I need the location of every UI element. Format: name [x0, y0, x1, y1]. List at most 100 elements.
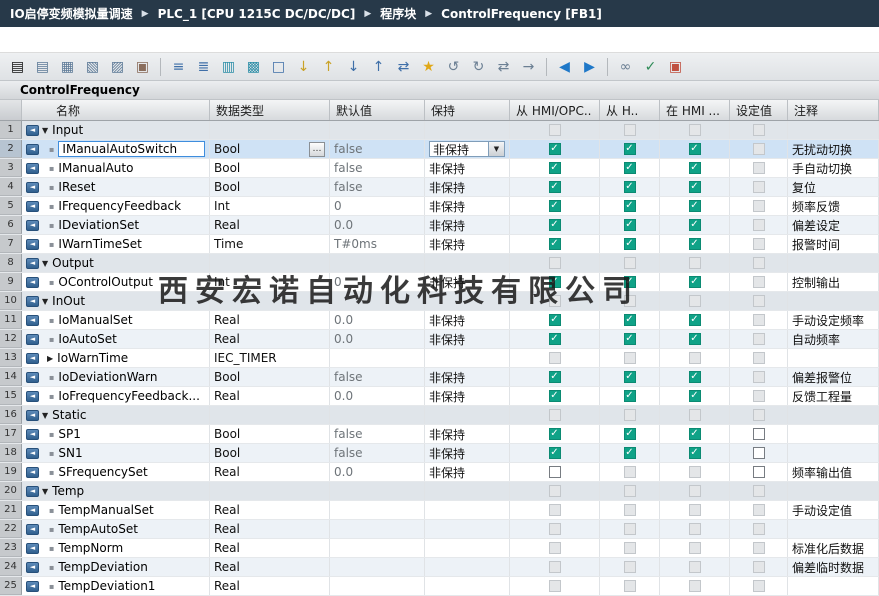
default-value-cell[interactable] — [330, 254, 425, 272]
column-header-comment[interactable]: 注释 — [788, 100, 879, 120]
in-hmi-checkbox[interactable]: ✓ — [688, 162, 701, 174]
default-value-cell[interactable]: 0.0 — [330, 387, 425, 405]
keep-actual-values-icon[interactable]: ▣ — [131, 56, 154, 78]
symbolic-view-icon[interactable]: ▩ — [242, 56, 265, 78]
row-number[interactable]: 13 — [0, 349, 22, 367]
in-hmi-checkbox[interactable]: ✓ — [688, 276, 701, 288]
retain-cell[interactable]: 非保持 — [425, 444, 510, 462]
name-cell[interactable]: ◄ ▼ Static — [22, 406, 210, 424]
hmi-opc-checkbox[interactable]: ✓ — [548, 333, 561, 345]
copy-snapshot-to-start-values-icon[interactable]: ⇄ — [492, 56, 515, 78]
messages-icon[interactable]: ▣ — [664, 56, 687, 78]
comment-cell[interactable]: 偏差报警位 — [788, 368, 879, 386]
datatype-cell[interactable] — [210, 292, 330, 310]
default-value-cell[interactable] — [330, 520, 425, 538]
column-header-in_hmi[interactable]: 在 HMI ... — [660, 100, 730, 120]
setpoint-checkbox[interactable] — [752, 466, 765, 478]
name-cell[interactable]: ◄ ▪ TempDeviation — [22, 558, 210, 576]
default-value-cell[interactable] — [330, 406, 425, 424]
name-cell[interactable]: ◄ ▪ IoFrequencyFeedback... — [22, 387, 210, 405]
datatype-cell[interactable]: Real — [210, 216, 330, 234]
retain-cell[interactable] — [425, 406, 510, 424]
column-header-name[interactable]: 名称 — [22, 100, 210, 120]
datatype-cell[interactable]: Bool — [210, 178, 330, 196]
datatype-cell[interactable]: IEC_TIMER — [210, 349, 330, 367]
setpoint-checkbox[interactable] — [752, 447, 765, 459]
name-cell[interactable]: ◄ ▪ IManualAuto — [22, 159, 210, 177]
datatype-cell[interactable]: Real — [210, 311, 330, 329]
default-value-cell[interactable] — [330, 292, 425, 310]
datatype-cell[interactable]: Time — [210, 235, 330, 253]
name-cell[interactable]: ◄ ▪ SFrequencySet — [22, 463, 210, 481]
default-value-cell[interactable]: false — [330, 159, 425, 177]
comment-cell[interactable] — [788, 577, 879, 595]
retain-cell[interactable]: 非保持 — [425, 273, 510, 291]
retain-cell[interactable] — [425, 501, 510, 519]
column-header-default[interactable]: 默认值 — [330, 100, 425, 120]
name-cell[interactable]: ◄ ▪ IWarnTimeSet — [22, 235, 210, 253]
in-hmi-checkbox[interactable]: ✓ — [688, 447, 701, 459]
breadcrumb-item[interactable]: IO启停变频模拟量调速 — [10, 5, 133, 22]
in-hmi-checkbox[interactable]: ✓ — [688, 238, 701, 250]
retain-cell[interactable]: 非保持 — [425, 311, 510, 329]
comment-cell[interactable] — [788, 292, 879, 310]
collapse-members-icon[interactable]: ≣ — [192, 56, 215, 78]
in-hmi-checkbox[interactable]: ✓ — [688, 371, 701, 383]
datatype-cell[interactable]: Real — [210, 520, 330, 538]
datatype-cell[interactable]: Bool — [210, 425, 330, 443]
load-start-values-icon[interactable]: → — [517, 56, 540, 78]
from-hmi-checkbox[interactable]: ✓ — [623, 162, 636, 174]
retain-cell[interactable]: 非保持 — [425, 197, 510, 215]
row-number[interactable]: 8 — [0, 254, 22, 272]
hmi-opc-checkbox[interactable]: ✓ — [548, 219, 561, 231]
default-value-cell[interactable]: false — [330, 178, 425, 196]
retain-cell[interactable] — [425, 539, 510, 557]
comment-cell[interactable]: 反馈工程量 — [788, 387, 879, 405]
row-number[interactable]: 12 — [0, 330, 22, 348]
default-value-cell[interactable]: T#0ms — [330, 235, 425, 253]
retain-cell[interactable] — [425, 292, 510, 310]
hmi-opc-checkbox[interactable]: ✓ — [548, 390, 561, 402]
name-cell[interactable]: ◄ ▪ OControlOutput — [22, 273, 210, 291]
add-row-icon[interactable]: ▦ — [56, 56, 79, 78]
datatype-cell[interactable]: Real — [210, 387, 330, 405]
consistency-check-icon[interactable]: ✓ — [639, 56, 662, 78]
retain-cell[interactable]: 非保持 — [425, 216, 510, 234]
row-number[interactable]: 25 — [0, 577, 22, 595]
row-number[interactable]: 14 — [0, 368, 22, 386]
default-value-cell[interactable]: 0 — [330, 197, 425, 215]
section-expander-icon[interactable]: ▼ — [42, 411, 48, 420]
comment-cell[interactable] — [788, 520, 879, 538]
comment-cell[interactable]: 标准化后数据 — [788, 539, 879, 557]
in-hmi-checkbox[interactable]: ✓ — [688, 390, 701, 402]
retain-cell[interactable] — [425, 349, 510, 367]
dropdown-arrow-icon[interactable]: ▼ — [488, 142, 504, 156]
comment-cell[interactable] — [788, 349, 879, 367]
from-hmi-checkbox[interactable]: ✓ — [623, 200, 636, 212]
in-hmi-checkbox[interactable]: ✓ — [688, 200, 701, 212]
comment-cell[interactable]: 偏差临时数据 — [788, 558, 879, 576]
name-cell[interactable]: ◄ ▪ IoDeviationWarn — [22, 368, 210, 386]
comment-cell[interactable]: 手动设定值 — [788, 501, 879, 519]
row-number[interactable]: 17 — [0, 425, 22, 443]
default-value-cell[interactable]: false — [330, 368, 425, 386]
row-number[interactable]: 9 — [0, 273, 22, 291]
in-hmi-checkbox[interactable]: ✓ — [688, 333, 701, 345]
from-hmi-checkbox[interactable]: ✓ — [623, 181, 636, 193]
retain-cell[interactable] — [425, 254, 510, 272]
name-cell[interactable]: ◄ ▼ Output — [22, 254, 210, 272]
datatype-cell[interactable]: Bool — [210, 368, 330, 386]
row-number[interactable]: 16 — [0, 406, 22, 424]
comment-cell[interactable]: 手自动切换 — [788, 159, 879, 177]
name-cell[interactable]: ◄ ▪ IDeviationSet — [22, 216, 210, 234]
breadcrumb-item[interactable]: 程序块 — [380, 5, 416, 22]
apply-snapshot-icon[interactable]: ↻ — [467, 56, 490, 78]
hmi-opc-checkbox[interactable]: ✓ — [548, 143, 561, 155]
download-to-device-icon[interactable]: ↓ — [342, 56, 365, 78]
default-value-cell[interactable] — [330, 349, 425, 367]
datatype-cell[interactable]: Int — [210, 273, 330, 291]
row-number[interactable]: 15 — [0, 387, 22, 405]
name-cell[interactable]: ◄ ▪ TempAutoSet — [22, 520, 210, 538]
breadcrumb-item[interactable]: PLC_1 [CPU 1215C DC/DC/DC] — [158, 7, 356, 21]
in-hmi-checkbox[interactable]: ✓ — [688, 181, 701, 193]
